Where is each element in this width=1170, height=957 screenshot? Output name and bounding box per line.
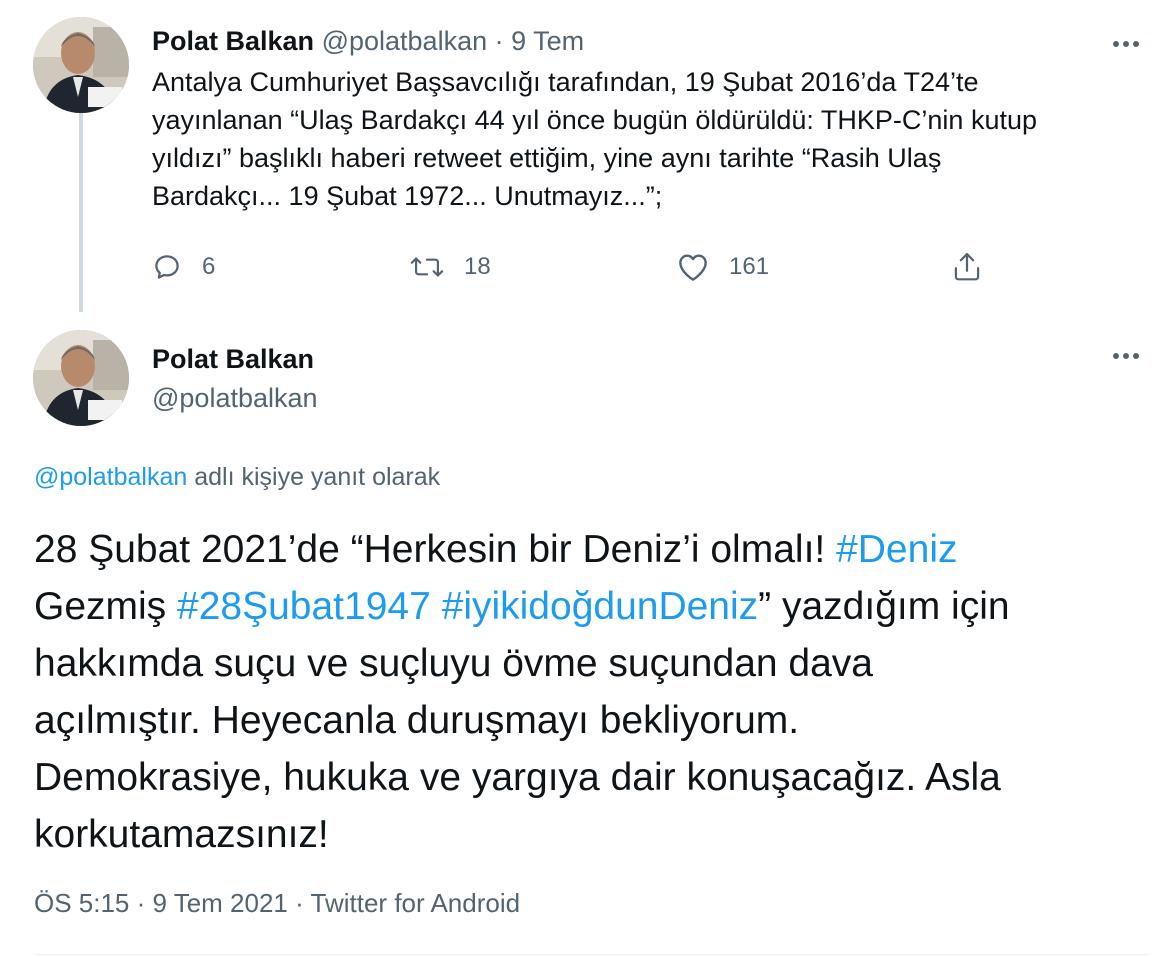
tweet-text-space: [166, 585, 177, 628]
tweet-text-segment: 28 Şubat 2021’de “Herkesin bir Deniz’i o…: [34, 528, 837, 571]
hashtag-deniz-gezmis-continuation: Gezmiş: [34, 585, 167, 628]
reply-icon: [152, 252, 182, 282]
hashtag-28subat1947[interactable]: #28Şubat1947: [177, 585, 431, 628]
retweet-icon: [410, 252, 444, 282]
share-icon: [952, 251, 982, 283]
author-name[interactable]: Polat Balkan: [152, 26, 314, 56]
avatar-photo: [33, 17, 129, 113]
reply-button[interactable]: 6: [152, 245, 215, 289]
tweet-text-line: yıldızı” başlıklı haberi retweet ettiğim…: [152, 143, 942, 173]
tweet-text-space: [431, 585, 442, 628]
more-icon[interactable]: [1108, 338, 1144, 374]
avatar[interactable]: [33, 17, 129, 113]
retweet-button[interactable]: 18: [410, 245, 491, 289]
main-tweet-text: 28 Şubat 2021’de “Herkesin bir Deniz’i o…: [34, 521, 1154, 863]
tweet-text-line: yayınlanan “Ulaş Bardakçı 44 yıl önce bu…: [152, 105, 1038, 135]
tweet-actions: 6 18 161: [152, 245, 1012, 289]
tweet-text: Antalya Cumhuriyet Başsavcılığı tarafınd…: [152, 63, 1152, 215]
like-button[interactable]: 161: [677, 245, 769, 289]
tweet-header: Polat Balkan @polatbalkan · 9 Tem: [152, 24, 584, 58]
header-separator: ·: [494, 26, 504, 56]
author-name[interactable]: Polat Balkan: [152, 342, 314, 376]
avatar-photo: [33, 330, 129, 426]
like-icon: [677, 252, 709, 282]
replying-to: @polatbalkan adlı kişiye yanıt olarak: [34, 460, 440, 494]
share-button[interactable]: [952, 245, 982, 289]
replying-to-handle-link[interactable]: @polatbalkan: [34, 463, 187, 491]
tweet-text-segment: ” yazdığım için: [758, 585, 1010, 628]
tweet-text-line: korkutamazsınız!: [34, 813, 329, 856]
retweet-count: 18: [464, 253, 491, 280]
tweet-text-line: Bardakçı... 19 Şubat 1972... Unutmayız..…: [152, 181, 663, 211]
tweet-timestamp[interactable]: ÖS 5:15 · 9 Tem 2021 · Twitter for Andro…: [34, 886, 520, 920]
thread-connector-line: [79, 112, 83, 312]
tweet-text-line: Gezmiş #28Şubat1947 #iyikidoğdunDeniz” y…: [34, 578, 1154, 635]
divider: [34, 954, 1150, 955]
author-handle[interactable]: @polatbalkan: [322, 26, 488, 56]
more-icon[interactable]: [1108, 26, 1144, 62]
reply-count: 6: [202, 253, 216, 280]
tweet-text-line: açılmıştır. Heyecanla duruşmayı bekliyor…: [34, 699, 800, 742]
tweet-text-line: Antalya Cumhuriyet Başsavcılığı tarafınd…: [152, 67, 979, 97]
hashtag-iyikidogdundeniz[interactable]: #iyikidoğdunDeniz: [442, 585, 759, 628]
author-handle[interactable]: @polatbalkan: [152, 381, 318, 415]
hashtag-deniz-gezmis[interactable]: #Deniz: [836, 528, 957, 571]
avatar[interactable]: [33, 330, 129, 426]
tweet-date[interactable]: 9 Tem: [511, 26, 584, 56]
tweet-text-line: Demokrasiye, hukuka ve yargıya dair konu…: [34, 756, 1001, 799]
like-count: 161: [729, 253, 770, 280]
tweet-text-line: 28 Şubat 2021’de “Herkesin bir Deniz’i o…: [34, 521, 1154, 578]
replying-to-text: adlı kişiye yanıt olarak: [187, 463, 441, 491]
tweet-text-line: hakkımda suçu ve suçluyu övme suçundan d…: [34, 642, 873, 685]
